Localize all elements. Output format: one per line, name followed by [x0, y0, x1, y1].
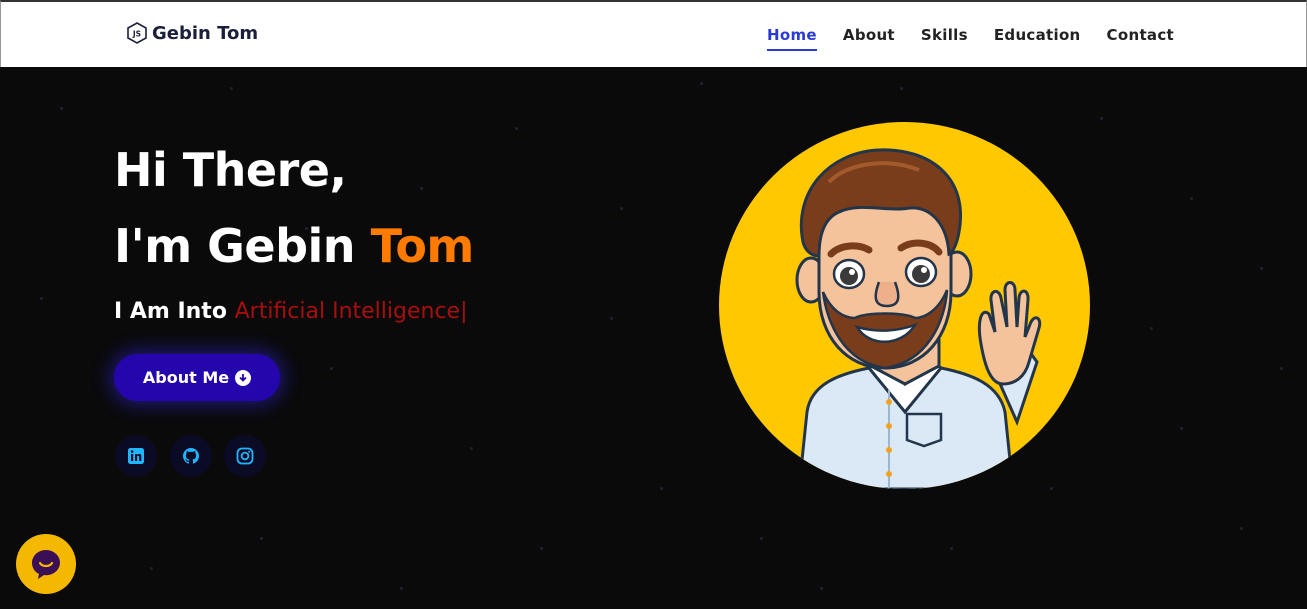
brand-name: Gebin Tom [152, 22, 259, 44]
cartoon-avatar-waving [795, 148, 1042, 489]
star-dot [1280, 367, 1283, 370]
nav-skills[interactable]: Skills [921, 26, 968, 51]
profile-avatar [719, 122, 1090, 489]
star-dot [1150, 327, 1153, 330]
nav-education[interactable]: Education [994, 26, 1081, 51]
greeting-line-2: I'm Gebin Tom [114, 219, 474, 273]
star-dot [260, 537, 263, 540]
svg-text:JS: JS [132, 30, 141, 39]
star-dot [610, 317, 613, 320]
top-navbar: JS Gebin Tom Home About Skills Education… [0, 0, 1307, 67]
star-dot [620, 207, 623, 210]
star-dot [1050, 487, 1053, 490]
star-dot [470, 447, 473, 450]
star-dot [1190, 197, 1193, 200]
github-icon [183, 448, 199, 464]
star-dot [700, 82, 703, 85]
greeting-name-accent: Tom [370, 219, 475, 273]
star-dot [515, 127, 518, 130]
js-icon: JS [127, 22, 147, 44]
star-dot [900, 87, 903, 90]
star-dot [1100, 117, 1103, 120]
typed-prefix: I Am Into [114, 299, 235, 324]
star-dot [60, 107, 63, 110]
star-dot [1240, 527, 1243, 530]
typed-intro: I Am Into Artificial Intelligence| [114, 299, 468, 324]
nav-about[interactable]: About [843, 26, 895, 51]
instagram-link[interactable] [224, 435, 266, 477]
star-dot [400, 587, 403, 590]
star-dot [330, 367, 333, 370]
main-nav: Home About Skills Education Contact [741, 26, 1174, 51]
star-dot [950, 547, 953, 550]
star-dot [1180, 427, 1183, 430]
brand-logo[interactable]: JS Gebin Tom [127, 22, 258, 44]
arrow-down-circle-icon [235, 369, 252, 386]
nav-home[interactable]: Home [767, 26, 817, 51]
star-dot [1260, 267, 1263, 270]
nav-contact[interactable]: Contact [1107, 26, 1174, 51]
linkedin-icon [128, 448, 144, 464]
star-dot [420, 187, 423, 190]
github-link[interactable] [170, 435, 212, 477]
greeting-line-1: Hi There, [114, 143, 347, 197]
star-dot [820, 587, 823, 590]
instagram-icon [236, 447, 254, 465]
typed-text: Artificial Intelligence| [234, 299, 468, 324]
hero-section: Hi There, I'm Gebin Tom I Am Into Artifi… [0, 67, 1307, 609]
about-me-label: About Me [142, 368, 230, 387]
about-me-button[interactable]: About Me [114, 354, 280, 401]
star-dot [660, 487, 663, 490]
chat-widget-button[interactable] [16, 534, 76, 594]
star-dot [540, 547, 543, 550]
star-dot [150, 567, 153, 570]
star-dot [40, 297, 43, 300]
chat-bubble-icon [32, 550, 60, 579]
star-dot [230, 87, 233, 90]
greeting-name: I'm Gebin [114, 219, 371, 273]
star-dot [760, 537, 763, 540]
linkedin-link[interactable] [115, 435, 157, 477]
